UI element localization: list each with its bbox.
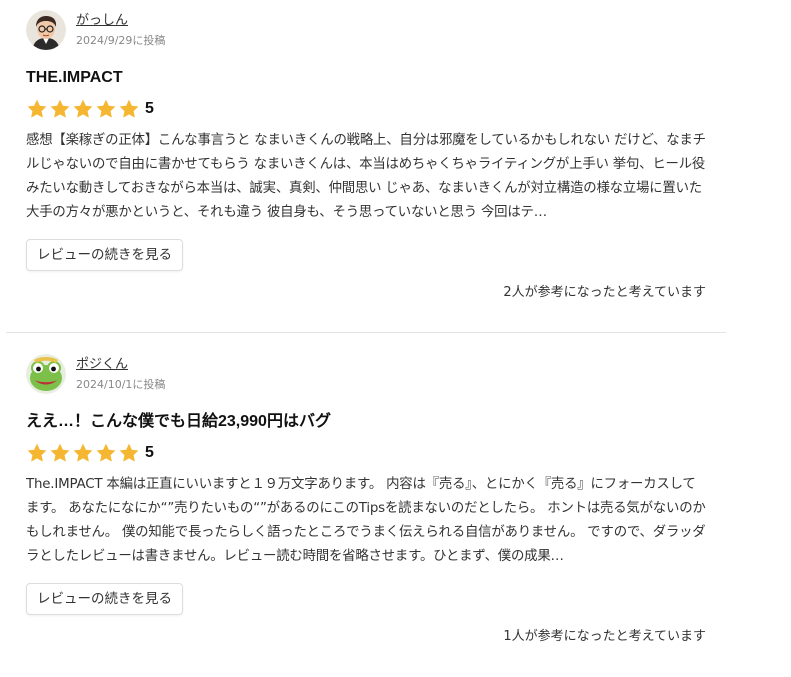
post-date: 2024/9/29に投稿 xyxy=(76,34,166,47)
star-rating: 5 xyxy=(26,97,706,121)
star-rating: 5 xyxy=(26,441,706,465)
author-name[interactable]: ポジくん xyxy=(76,356,165,373)
review-list: がっしん 2024/9/29に投稿 THE.IMPACT 5 感想【楽稼ぎの正体… xyxy=(0,0,791,677)
author-name[interactable]: がっしん xyxy=(76,12,165,29)
star-icon xyxy=(27,443,47,462)
star-icon xyxy=(119,443,139,462)
post-date: 2024/10/1に投稿 xyxy=(76,378,166,391)
review-header: ポジくん 2024/10/1に投稿 xyxy=(26,352,706,396)
helpful-count: 2人が参考になったと考えています xyxy=(503,285,706,300)
star-icon xyxy=(50,443,70,462)
rating-score: 5 xyxy=(145,100,154,117)
read-more-button[interactable]: レビューの続きを見る xyxy=(26,239,183,271)
rating-score: 5 xyxy=(145,444,154,461)
author-info: がっしん 2024/9/29に投稿 xyxy=(76,12,165,48)
avatar-frog-icon[interactable] xyxy=(26,354,66,394)
star-icon xyxy=(119,99,139,118)
review-title: THE.IMPACT xyxy=(26,69,123,86)
star-icon xyxy=(96,443,116,462)
stars xyxy=(26,442,141,464)
stars xyxy=(26,98,141,120)
star-icon xyxy=(27,99,47,118)
review-item: ポジくん 2024/10/1に投稿 ええ…！こんな僕でも日給23,990円はバグ… xyxy=(26,352,706,646)
review-body: The.IMPACT 本編は正直にいいますと１９万文字あります。 内容は『売る』… xyxy=(26,477,706,564)
divider xyxy=(6,332,726,333)
star-icon xyxy=(96,99,116,118)
review-body: 感想【楽稼ぎの正体】こんな事言うと なまいきくんの戦略上、自分は邪魔をしているか… xyxy=(26,133,706,220)
read-more-button[interactable]: レビューの続きを見る xyxy=(26,583,183,615)
review-header: がっしん 2024/9/29に投稿 xyxy=(26,8,706,52)
author-info: ポジくん 2024/10/1に投稿 xyxy=(76,356,165,392)
star-icon xyxy=(50,99,70,118)
star-icon xyxy=(73,99,93,118)
star-icon xyxy=(73,443,93,462)
review-title: ええ…！こんな僕でも日給23,990円はバグ xyxy=(26,413,331,430)
helpful-count: 1人が参考になったと考えています xyxy=(503,629,706,644)
avatar-man-with-glasses-icon[interactable] xyxy=(26,10,66,50)
review-item: がっしん 2024/9/29に投稿 THE.IMPACT 5 感想【楽稼ぎの正体… xyxy=(26,8,706,302)
